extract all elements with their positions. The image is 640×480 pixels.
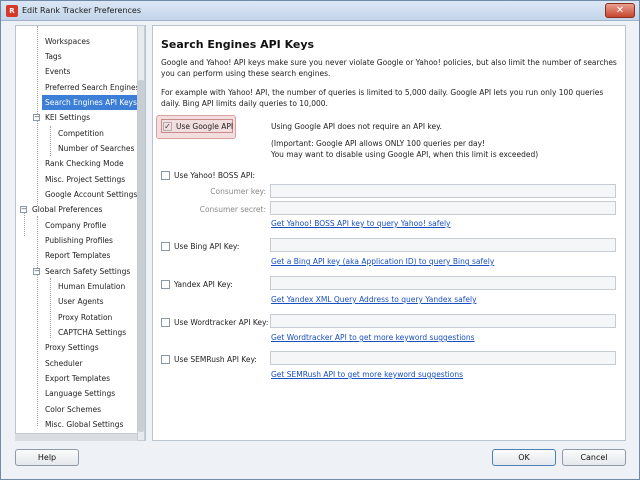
tree-item-events[interactable]: Events <box>45 64 70 79</box>
collapse-toggle-icon[interactable]: − <box>33 268 40 275</box>
yandex-api-link[interactable]: Get Yandex XML Query Address to query Ya… <box>271 295 477 304</box>
tree-item-color-schemes[interactable]: Color Schemes <box>45 402 101 417</box>
tree-item-workspaces[interactable]: Workspaces <box>45 34 90 49</box>
tree-item-company-profile[interactable]: Company Profile <box>45 218 106 233</box>
google-api-warning: (Important: Google API allows ONLY 100 q… <box>271 139 486 148</box>
semrush-api-label: Use SEMRush API Key: <box>174 354 257 364</box>
semrush-api-checkbox[interactable] <box>161 354 170 364</box>
title-bar[interactable]: R Edit Rank Tracker Preferences ✕ <box>1 1 639 21</box>
google-api-checkbox[interactable]: ✓ <box>163 121 172 131</box>
tree-item-captcha-settings[interactable]: CAPTCHA Settings <box>58 325 126 340</box>
semrush-api-field[interactable] <box>270 351 616 365</box>
yahoo-api-checkbox[interactable] <box>161 170 170 180</box>
yandex-api-label: Yandex API Key: <box>174 279 233 289</box>
bing-api-option[interactable]: Use Bing API Key: <box>161 239 239 253</box>
consumer-key-field[interactable] <box>270 184 616 198</box>
tree-item-language-settings[interactable]: Language Settings <box>45 386 115 401</box>
tree-item-google-account-settings[interactable]: Google Account Settings <box>45 187 137 202</box>
tree-item-preferred-search-engines[interactable]: Preferred Search Engines <box>45 80 140 95</box>
cancel-button[interactable]: Cancel <box>562 449 626 466</box>
yandex-api-option[interactable]: Yandex API Key: <box>161 277 233 291</box>
google-api-label: Use Google API <box>176 121 234 131</box>
semrush-api-link[interactable]: Get SEMRush API to get more keyword sugg… <box>271 370 463 379</box>
tree-item-publishing-profiles[interactable]: Publishing Profiles <box>45 233 113 248</box>
tree-item-search-safety-settings[interactable]: Search Safety Settings <box>45 264 130 279</box>
wordtracker-api-label: Use Wordtracker API Key: <box>174 317 269 327</box>
yandex-api-checkbox[interactable] <box>161 279 170 289</box>
consumer-secret-field[interactable] <box>270 201 616 215</box>
tree-scrollbar-thumb[interactable] <box>138 80 144 432</box>
bing-api-checkbox[interactable] <box>161 241 170 251</box>
yahoo-api-option[interactable]: Use Yahoo! BOSS API: <box>161 168 255 182</box>
tree-item-user-agents[interactable]: User Agents <box>58 294 104 309</box>
wordtracker-api-link[interactable]: Get Wordtracker API to get more keyword … <box>271 333 475 342</box>
tree-horizontal-scrollbar[interactable] <box>15 433 137 441</box>
preferences-tree: Workspaces Tags Events Preferred Search … <box>15 25 146 441</box>
tree-item-scheduler[interactable]: Scheduler <box>45 356 83 371</box>
wordtracker-api-checkbox[interactable] <box>161 317 170 327</box>
app-icon: R <box>6 5 18 17</box>
google-api-option[interactable]: ✓ Use Google API <box>163 119 233 133</box>
tree-item-export-templates[interactable]: Export Templates <box>45 371 110 386</box>
help-button[interactable]: Help <box>15 449 79 466</box>
google-api-warning-note: You may want to disable using Google API… <box>271 150 539 159</box>
collapse-toggle-icon[interactable]: − <box>33 114 40 121</box>
window-title: Edit Rank Tracker Preferences <box>22 6 142 15</box>
example-text: For example with Yahoo! API, the number … <box>161 88 604 108</box>
tree-item-proxy-rotation[interactable]: Proxy Rotation <box>58 310 112 325</box>
consumer-key-label: Consumer key: <box>210 187 266 196</box>
intro-text: Google and Yahoo! API keys make sure you… <box>161 58 617 78</box>
tree-item-kei-settings[interactable]: KEI Settings <box>45 110 90 125</box>
yahoo-api-label: Use Yahoo! BOSS API: <box>174 170 256 180</box>
semrush-api-option[interactable]: Use SEMRush API Key: <box>161 352 257 366</box>
page-title: Search Engines API Keys <box>161 38 315 51</box>
tree-item-misc-global-settings[interactable]: Misc. Global Settings <box>45 417 123 432</box>
bing-api-field[interactable] <box>270 238 616 252</box>
tree-item-global-preferences[interactable]: Global Preferences <box>32 202 102 217</box>
ok-button[interactable]: OK <box>492 449 556 466</box>
google-api-info: Using Google API does not require an API… <box>271 122 442 131</box>
wordtracker-api-option[interactable]: Use Wordtracker API Key: <box>161 315 268 329</box>
bing-api-label: Use Bing API Key: <box>174 241 240 251</box>
tree-item-search-engines-api-keys[interactable]: Search Engines API Keys <box>42 95 140 110</box>
yahoo-api-link[interactable]: Get Yahoo! BOSS API key to query Yahoo! … <box>271 219 451 228</box>
consumer-secret-label: Consumer secret: <box>199 205 266 214</box>
tree-item-proxy-settings[interactable]: Proxy Settings <box>45 340 99 355</box>
tree-item-human-emulation[interactable]: Human Emulation <box>58 279 125 294</box>
tree-item-tags[interactable]: Tags <box>45 49 62 64</box>
yandex-api-field[interactable] <box>270 276 616 290</box>
close-button[interactable]: ✕ <box>605 3 635 18</box>
tree-item-competition[interactable]: Competition <box>58 126 104 141</box>
tree-item-rank-checking-mode[interactable]: Rank Checking Mode <box>45 156 124 171</box>
wordtracker-api-field[interactable] <box>270 314 616 328</box>
tree-item-number-of-searches[interactable]: Number of Searches <box>58 141 134 156</box>
collapse-toggle-icon[interactable]: − <box>20 206 27 213</box>
tree-item-report-templates[interactable]: Report Templates <box>45 248 110 263</box>
bing-api-link[interactable]: Get a Bing API key (aka Application ID) … <box>271 257 494 266</box>
tree-item-misc-project-settings[interactable]: Misc. Project Settings <box>45 172 125 187</box>
